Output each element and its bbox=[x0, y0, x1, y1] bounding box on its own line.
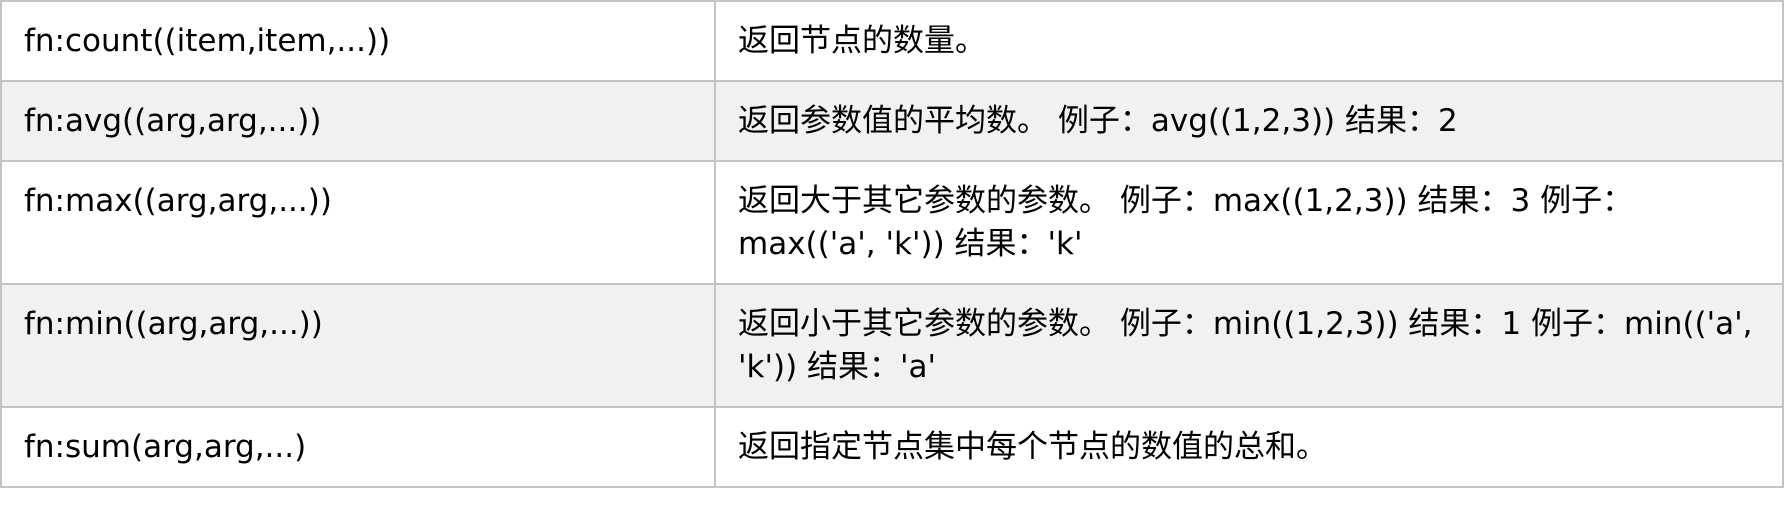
table-row: fn:sum(arg,arg,...) 返回指定节点集中每个节点的数值的总和。 bbox=[0, 406, 1784, 488]
function-description-cell: 返回参数值的平均数。 例子：avg((1,2,3)) 结果：2 bbox=[714, 80, 1784, 162]
table-row: fn:count((item,item,...)) 返回节点的数量。 bbox=[0, 0, 1784, 82]
function-description-cell: 返回指定节点集中每个节点的数值的总和。 bbox=[714, 406, 1784, 488]
function-description-cell: 返回节点的数量。 bbox=[714, 0, 1784, 82]
functions-table: fn:count((item,item,...)) 返回节点的数量。 fn:av… bbox=[0, 0, 1784, 488]
table-row: fn:min((arg,arg,...)) 返回小于其它参数的参数。 例子：mi… bbox=[0, 283, 1784, 408]
function-signature-cell: fn:count((item,item,...)) bbox=[0, 0, 716, 82]
function-description-cell: 返回大于其它参数的参数。 例子：max((1,2,3)) 结果：3 例子：max… bbox=[714, 160, 1784, 285]
table-row: fn:max((arg,arg,...)) 返回大于其它参数的参数。 例子：ma… bbox=[0, 160, 1784, 285]
function-description-cell: 返回小于其它参数的参数。 例子：min((1,2,3)) 结果：1 例子：min… bbox=[714, 283, 1784, 408]
function-signature-cell: fn:min((arg,arg,...)) bbox=[0, 283, 716, 408]
function-signature-cell: fn:sum(arg,arg,...) bbox=[0, 406, 716, 488]
function-signature-cell: fn:avg((arg,arg,...)) bbox=[0, 80, 716, 162]
table-row: fn:avg((arg,arg,...)) 返回参数值的平均数。 例子：avg(… bbox=[0, 80, 1784, 162]
function-signature-cell: fn:max((arg,arg,...)) bbox=[0, 160, 716, 285]
